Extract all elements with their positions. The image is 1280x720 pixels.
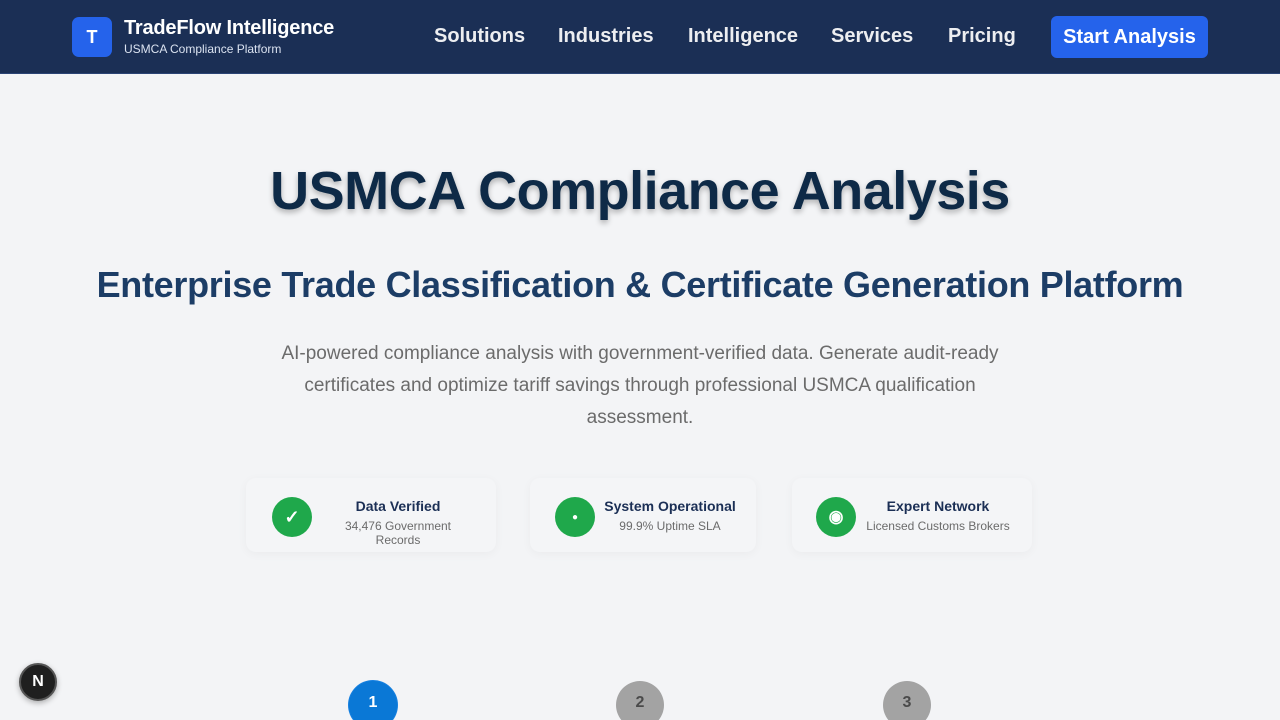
network-icon: ◉ <box>816 497 856 537</box>
page-title: USMCA Compliance Analysis <box>270 161 1010 221</box>
step-3[interactable]: 3 <box>883 681 931 720</box>
top-navbar: T TradeFlow Intelligence USMCA Complianc… <box>0 0 1280 74</box>
step-1[interactable]: 1 <box>349 681 397 720</box>
nav-intelligence[interactable]: Intelligence <box>688 25 798 48</box>
status-card-title: System Operational <box>604 498 736 514</box>
check-icon: ✓ <box>272 497 312 537</box>
status-card-title: Data Verified <box>355 498 441 514</box>
step-2[interactable]: 2 <box>616 681 664 720</box>
nav-services[interactable]: Services <box>831 25 913 48</box>
brand-tagline: USMCA Compliance Platform <box>124 42 282 56</box>
status-card-data-verified: ✓ Data Verified 34,476 Government Record… <box>246 478 496 552</box>
status-card-text: 34,476 Government Records <box>344 519 452 547</box>
nav-solutions[interactable]: Solutions <box>434 25 525 48</box>
status-dot-icon: ● <box>555 497 595 537</box>
nav-pricing[interactable]: Pricing <box>948 25 1016 48</box>
status-card-system-operational: ● System Operational 99.9% Uptime SLA <box>530 478 756 552</box>
status-card-text: 99.9% Uptime SLA <box>619 519 721 533</box>
start-analysis-button[interactable]: Start Analysis <box>1051 16 1208 58</box>
hero-description: AI-powered compliance analysis with gove… <box>281 343 999 428</box>
page-subtitle: Enterprise Trade Classification & Certif… <box>96 264 1184 305</box>
logo-icon[interactable]: T <box>72 17 112 57</box>
brand-name[interactable]: TradeFlow Intelligence <box>124 17 334 40</box>
nav-industries[interactable]: Industries <box>558 25 654 48</box>
status-card-text: Licensed Customs Brokers <box>866 519 1010 533</box>
n-logo-icon[interactable]: N <box>19 663 57 701</box>
status-card-expert-network: ◉ Expert Network Licensed Customs Broker… <box>792 478 1032 552</box>
status-card-title: Expert Network <box>886 498 990 514</box>
